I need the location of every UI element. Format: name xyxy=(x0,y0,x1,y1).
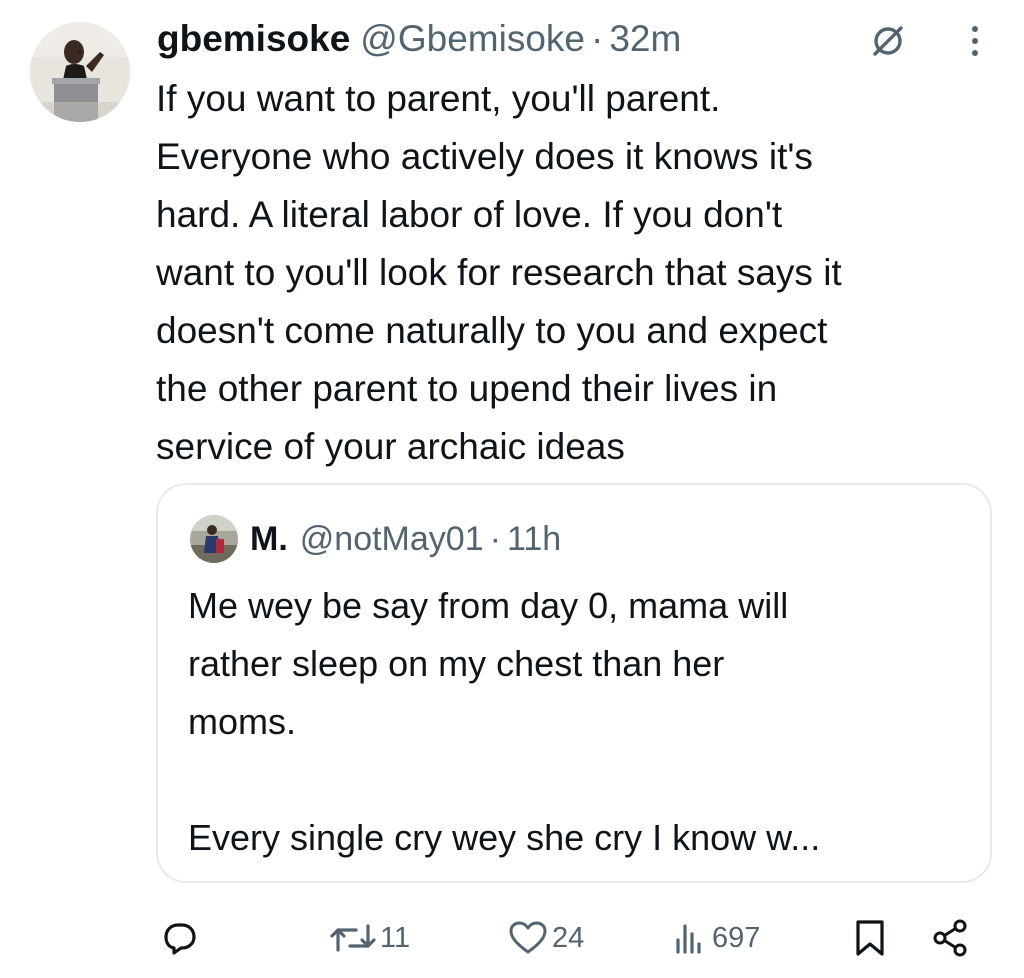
quoted-header-separator: · xyxy=(489,519,501,558)
reply-button[interactable] xyxy=(162,910,202,966)
tweet-text: If you want to parent, you'll parent. Ev… xyxy=(156,78,842,467)
retweet-icon xyxy=(330,924,376,952)
quoted-tweet-header: M. @notMay01 · 11h xyxy=(190,515,561,563)
quoted-tweet-card[interactable]: M. @notMay01 · 11h Me wey be say from da… xyxy=(156,483,992,883)
quoted-tweet-text: Me wey be say from day 0, mama will rath… xyxy=(188,585,821,858)
retweet-button[interactable]: 11 xyxy=(330,910,410,966)
views-button[interactable]: 697 xyxy=(672,910,760,966)
reply-icon xyxy=(164,923,196,955)
views-icon xyxy=(676,924,701,954)
more-options-icon[interactable] xyxy=(960,24,990,58)
quoted-author-avatar-image xyxy=(190,515,238,563)
author-avatar[interactable] xyxy=(30,22,130,122)
author-avatar-image xyxy=(30,22,130,122)
bookmark-button[interactable] xyxy=(852,910,888,966)
bookmark-icon xyxy=(856,920,884,956)
quoted-author-display-name[interactable]: M. xyxy=(250,520,288,559)
views-count: 697 xyxy=(712,921,761,954)
quoted-author-handle[interactable]: @notMay01 xyxy=(300,520,484,559)
like-button[interactable]: 24 xyxy=(508,910,584,966)
tweet-header: gbemisoke @Gbemisoke · 32m xyxy=(157,14,681,64)
grok-icon[interactable] xyxy=(868,21,908,61)
author-handle[interactable]: @Gbemisoke xyxy=(360,14,585,64)
header-separator: · xyxy=(591,18,604,59)
tweet-timestamp[interactable]: 32m xyxy=(609,14,681,64)
author-display-name[interactable]: gbemisoke xyxy=(157,14,350,64)
tweet-action-bar: 11 24 697 xyxy=(0,910,1024,966)
quoted-tweet-timestamp[interactable]: 11h xyxy=(507,520,561,559)
share-button[interactable] xyxy=(930,910,970,966)
share-icon xyxy=(933,919,967,957)
heart-icon xyxy=(509,921,547,954)
like-count: 24 xyxy=(552,921,585,954)
retweet-count: 11 xyxy=(380,921,411,954)
quoted-author-avatar[interactable] xyxy=(190,515,238,563)
